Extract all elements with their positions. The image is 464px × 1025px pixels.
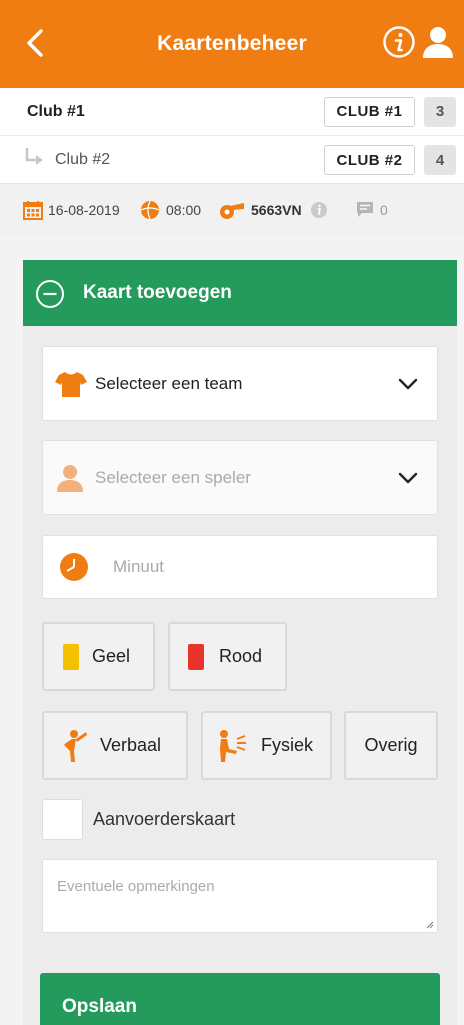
yellow-card-icon	[63, 643, 79, 670]
other-label: Overig	[364, 735, 418, 755]
club-name: Club #1	[27, 102, 85, 120]
red-card-icon	[188, 643, 204, 670]
match-date-text: 16-08-2019	[48, 202, 120, 218]
team-select-value: Selecteer een team	[95, 373, 243, 393]
minute-input[interactable]: Minuut	[42, 535, 438, 599]
add-card-title: Kaart toevoegen	[83, 282, 232, 303]
chevron-left-icon	[27, 29, 43, 57]
info-small-icon[interactable]	[310, 201, 328, 219]
minus-circle-icon	[36, 280, 64, 308]
club-number: 4	[424, 145, 456, 175]
match-time: 08:00	[140, 200, 201, 220]
team-select[interactable]: Selecteer een team	[42, 346, 438, 421]
match-date: 16-08-2019	[23, 200, 120, 220]
club-number: 3	[424, 96, 456, 127]
whistle-icon	[220, 203, 244, 219]
verbal-button[interactable]: Verbaal	[42, 711, 188, 780]
calendar-icon	[23, 201, 43, 220]
info-button[interactable]	[382, 25, 416, 59]
verbal-label: Verbaal	[100, 735, 162, 755]
remarks-textarea[interactable]: Eventuele opmerkingen	[42, 859, 438, 933]
user-button[interactable]	[420, 24, 456, 60]
save-button-label: Opslaan	[62, 995, 137, 1017]
minute-placeholder: Minuut	[113, 557, 165, 576]
arrow-return-icon	[25, 148, 43, 165]
captain-card-checkbox[interactable]	[42, 799, 83, 840]
remarks-placeholder: Eventuele opmerkingen	[57, 878, 215, 895]
match-info-bar: 16-08-2019 08:00 5663VN 0	[0, 184, 464, 236]
chevron-down-icon	[398, 472, 418, 483]
back-button[interactable]	[18, 26, 52, 60]
player-select-placeholder: Selecteer een speler	[95, 467, 251, 487]
red-card-label: Rood	[219, 646, 263, 666]
chevron-down-icon	[398, 378, 418, 389]
red-card-button[interactable]: Rood	[168, 622, 287, 691]
match-code: 5663VN	[218, 200, 328, 220]
user-icon	[57, 464, 83, 492]
physical-icon	[220, 729, 246, 762]
match-time-text: 08:00	[166, 202, 202, 218]
physical-button[interactable]: Fysiek	[201, 711, 332, 780]
add-card-panel: Kaart toevoegen Selecteer een team Selec…	[23, 260, 457, 1025]
yellow-card-button[interactable]: Geel	[42, 622, 155, 691]
club-badge: CLUB #1	[324, 96, 415, 127]
match-code-text: 5663VN	[251, 202, 302, 218]
user-icon	[423, 27, 453, 58]
save-button[interactable]: Opslaan	[40, 973, 440, 1025]
page-title: Kaartenbeheer	[157, 32, 307, 55]
club-badge: CLUB #2	[324, 145, 415, 175]
club-name: Club #2	[55, 151, 111, 168]
shirt-icon	[55, 371, 87, 397]
add-card-header[interactable]: Kaart toevoegen	[23, 260, 457, 326]
comment-icon	[357, 202, 373, 217]
ball-icon	[140, 200, 160, 220]
info-icon	[383, 26, 415, 58]
verbal-icon	[64, 729, 87, 762]
captain-card-label: Aanvoerderskaart	[93, 809, 236, 829]
clubs-panel: Club #1 CLUB #1 3 Club #2 CLUB #2 4	[0, 88, 464, 184]
physical-label: Fysiek	[261, 735, 314, 755]
other-button[interactable]: Overig	[344, 711, 438, 780]
top-bar: Kaartenbeheer	[0, 0, 464, 88]
club-row-away: Club #2 CLUB #2 4	[0, 136, 464, 184]
club-row-home: Club #1 CLUB #1 3	[0, 88, 464, 136]
yellow-card-label: Geel	[92, 646, 131, 666]
comment-count: 0	[380, 202, 388, 218]
resize-handle-icon[interactable]	[426, 921, 434, 929]
match-comments[interactable]: 0	[356, 200, 388, 220]
clock-icon	[60, 553, 88, 581]
player-select[interactable]: Selecteer een speler	[42, 440, 438, 515]
